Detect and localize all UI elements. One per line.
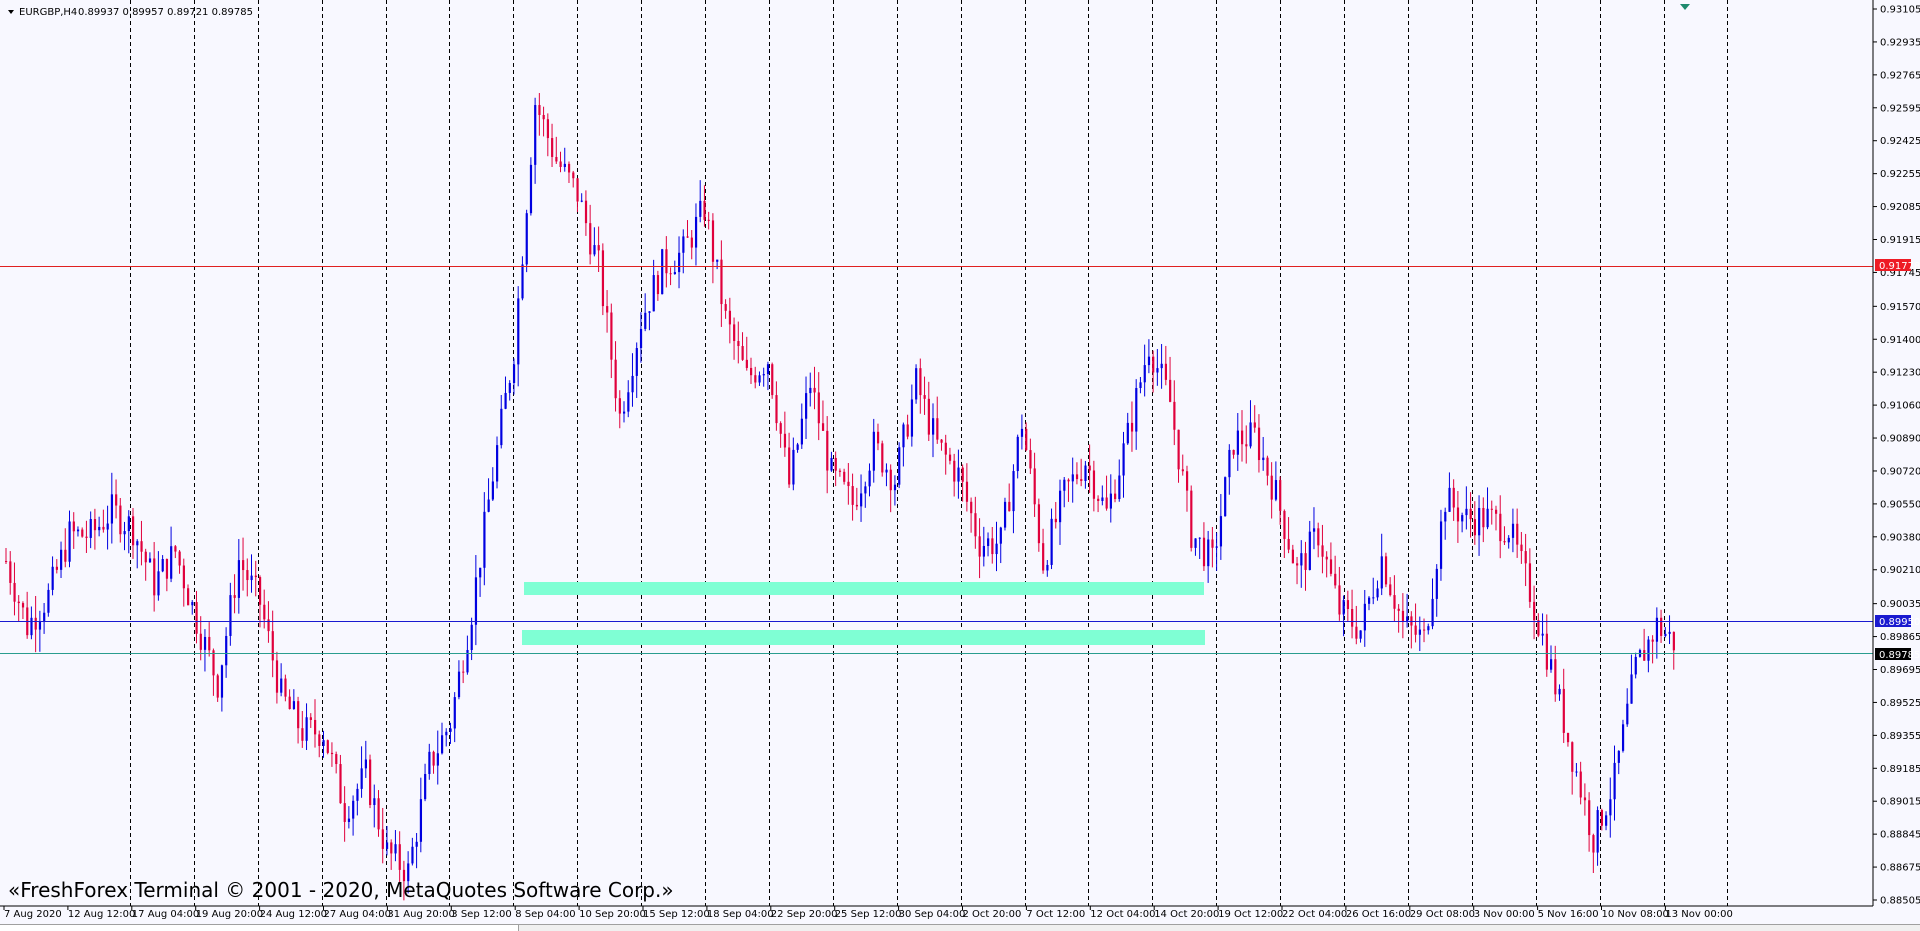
time-label: 3 Nov 00:00 — [1474, 909, 1535, 920]
price-label: 0.89015 — [1880, 797, 1920, 808]
chart-tab[interactable] — [0, 925, 519, 931]
time-label: 10 Sep 20:00 — [579, 909, 646, 920]
chart-window[interactable]: 0.93105 0.92935 0.92765 0.92595 0.92425 0.922… — [0, 0, 1920, 931]
time-label: 22 Sep 20:00 — [771, 909, 838, 920]
price-label: 0.88505 — [1880, 896, 1920, 907]
candle — [915, 364, 918, 404]
chart-tab-secondary[interactable] — [600, 925, 1920, 931]
price-label: 0.89525 — [1880, 698, 1920, 709]
price-label: 0.88845 — [1880, 830, 1920, 841]
time-label: 17 Aug 04:00 — [132, 909, 199, 920]
price-label: 0.90380 — [1880, 532, 1920, 543]
price-label: 0.91400 — [1880, 335, 1920, 346]
ohlc-values: 0.89937 0.89957 0.89721 0.89785 — [78, 7, 253, 18]
price-label: 0.90890 — [1880, 434, 1920, 445]
price-label: 0.90035 — [1880, 599, 1920, 610]
resistance-price-text: 0.91778 — [1879, 261, 1920, 272]
price-label: 0.90210 — [1880, 565, 1920, 576]
time-axis[interactable]: 7 Aug 2020 12 Aug 12:0017 Aug 04:0019 Aug… — [3, 906, 1733, 920]
price-label: 0.92425 — [1880, 136, 1920, 147]
price-label: 0.90550 — [1880, 499, 1920, 510]
time-label: 10 Nov 08:00 — [1602, 909, 1669, 920]
copyright-text: «FreshForex Terminal © 2001 - 2020, Meta… — [8, 878, 674, 902]
time-label: 22 Oct 04:00 — [1282, 909, 1347, 920]
time-label: 14 Oct 20:00 — [1154, 909, 1219, 920]
candle — [525, 209, 528, 273]
price-label: 0.92765 — [1880, 70, 1920, 81]
time-label: 19 Oct 12:00 — [1218, 909, 1283, 920]
candle — [898, 442, 901, 489]
time-label: 3 Sep 12:00 — [451, 909, 511, 920]
time-label: 2 Oct 20:00 — [963, 909, 1022, 920]
time-label: 5 Nov 16:00 — [1538, 909, 1599, 920]
time-label: 8 Sep 04:00 — [515, 909, 575, 920]
time-label: 27 Aug 04:00 — [324, 909, 391, 920]
time-label: 12 Aug 12:00 — [68, 909, 135, 920]
time-label: 19 Aug 20:00 — [196, 909, 263, 920]
supply-zone-upper[interactable] — [524, 582, 1204, 595]
candle — [661, 248, 664, 295]
candle — [881, 440, 884, 477]
candle — [1384, 552, 1388, 588]
price-label: 0.92085 — [1880, 202, 1920, 213]
candle — [771, 362, 774, 399]
bid-price-tag: 0.89950 — [1875, 615, 1920, 628]
price-label: 0.89185 — [1880, 764, 1920, 775]
time-label: 24 Aug 12:00 — [260, 909, 327, 920]
price-label: 0.92935 — [1880, 37, 1920, 48]
price-label: 0.89865 — [1880, 632, 1920, 643]
candle — [369, 754, 372, 809]
time-label: 7 Aug 2020 — [4, 909, 62, 920]
candle — [1621, 719, 1625, 753]
price-label: 0.91230 — [1880, 368, 1920, 379]
time-label: 15 Sep 12:00 — [643, 909, 710, 920]
time-label: 12 Oct 04:00 — [1090, 909, 1155, 920]
price-label: 0.91915 — [1880, 235, 1920, 246]
time-label: 29 Oct 08:00 — [1410, 909, 1475, 920]
time-label: 7 Oct 12:00 — [1026, 909, 1085, 920]
price-label: 0.89695 — [1880, 665, 1920, 676]
price-chart[interactable]: 0.93105 0.92935 0.92765 0.92595 0.92425 0.922… — [0, 0, 1920, 930]
time-label: 26 Oct 16:00 — [1346, 909, 1411, 920]
ask-price-tag: 0.89785 — [1875, 648, 1920, 661]
ask-price-text: 0.89785 — [1879, 650, 1920, 661]
symbol-header[interactable]: EURGBP,H4 0.89937 0.89957 0.89721 0.8978… — [8, 7, 253, 18]
time-label: 30 Sep 04:00 — [899, 909, 966, 920]
candle — [1003, 497, 1007, 531]
candle — [326, 739, 329, 755]
price-label: 0.92595 — [1880, 103, 1920, 114]
price-label: 0.91570 — [1880, 302, 1920, 313]
candle — [1224, 476, 1227, 517]
symbol-name: EURGBP,H4 — [19, 7, 77, 18]
candle — [529, 157, 533, 216]
price-label: 0.88675 — [1880, 863, 1920, 874]
candle — [1190, 485, 1193, 552]
time-label: 18 Sep 04:00 — [707, 909, 774, 920]
price-label: 0.90720 — [1880, 466, 1920, 477]
price-label: 0.89355 — [1880, 731, 1920, 742]
price-label: 0.93105 — [1880, 5, 1920, 16]
supply-zone-lower[interactable] — [522, 630, 1205, 645]
price-label: 0.91060 — [1880, 401, 1920, 412]
time-label: 13 Nov 00:00 — [1665, 909, 1732, 920]
candle — [601, 243, 605, 316]
resistance-price-tag: 0.91778 — [1875, 259, 1920, 272]
price-label: 0.92255 — [1880, 169, 1920, 180]
time-label: 31 Aug 20:00 — [387, 909, 454, 920]
time-label: 25 Sep 12:00 — [835, 909, 902, 920]
chart-background — [0, 0, 1920, 930]
bid-price-text: 0.89950 — [1879, 617, 1920, 628]
